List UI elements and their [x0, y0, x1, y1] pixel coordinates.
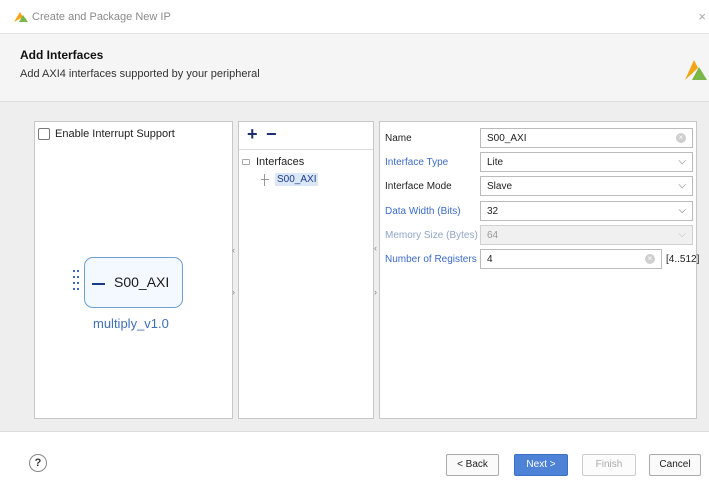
tree-root-interfaces[interactable]: Interfaces [242, 156, 304, 168]
interface-mode-label: Interface Mode [385, 181, 452, 192]
interface-properties-panel: Name S00_AXI × Interface Type Lite ⌵ Int… [379, 121, 699, 419]
interface-type-label: Interface Type [385, 157, 449, 168]
interface-type-value: Lite [487, 157, 504, 168]
close-icon[interactable]: × [698, 9, 706, 24]
chevron-down-icon: ⌵ [678, 229, 686, 240]
interface-mode-row: Interface Mode Slave ⌵ [385, 176, 695, 198]
ip-block-name: multiply_v1.0 [93, 316, 169, 331]
interface-type-row: Interface Type Lite ⌵ [385, 152, 695, 174]
interface-pin-icon [92, 283, 105, 285]
add-interface-button[interactable]: + [247, 124, 258, 145]
chevron-down-icon: ⌵ [678, 156, 686, 167]
clear-icon[interactable]: × [645, 254, 655, 264]
number-of-registers-value: 4 [487, 254, 493, 265]
memory-size-select: 64 ⌵ [480, 225, 693, 245]
data-width-select[interactable]: 32 ⌵ [480, 201, 693, 221]
interrupt-support-checkbox[interactable] [38, 128, 50, 140]
expand-right-arrow-icon[interactable]: › [374, 287, 377, 297]
tree-item-s00-axi[interactable]: S00_AXI [261, 173, 319, 186]
port-dots-icon [73, 270, 83, 294]
interrupt-support-checkbox-row[interactable]: Enable Interrupt Support [38, 128, 175, 140]
interface-mode-select[interactable]: Slave ⌵ [480, 176, 693, 196]
data-width-row: Data Width (Bits) 32 ⌵ [385, 201, 695, 223]
cancel-button[interactable]: Cancel [649, 454, 701, 476]
ip-block-symbol: S00_AXI [84, 257, 183, 308]
bus-interface-icon [261, 173, 269, 186]
next-button[interactable]: Next > [514, 454, 568, 476]
name-label: Name [385, 133, 412, 144]
registers-range-hint: [4..512] [666, 254, 700, 265]
interface-mode-value: Slave [487, 181, 513, 192]
chevron-down-icon: ⌵ [678, 205, 686, 216]
page-subtitle: Add AXI4 interfaces supported by your pe… [20, 68, 260, 80]
folder-icon [242, 159, 250, 165]
name-value: S00_AXI [487, 133, 527, 144]
interfaces-tree-panel: + − Interfaces S00_AXI [238, 121, 374, 419]
wizard-footer: ? < Back Next > Finish Cancel [0, 431, 709, 483]
wizard-content: Enable Interrupt Support S00_AXI multipl… [0, 102, 709, 431]
collapse-left-arrow-icon[interactable]: ‹ [232, 245, 235, 255]
interrupt-support-label: Enable Interrupt Support [55, 128, 175, 140]
help-button[interactable]: ? [29, 454, 47, 472]
expand-right-arrow-icon[interactable]: › [232, 287, 235, 297]
number-of-registers-label: Number of Registers [385, 254, 477, 265]
page-title: Add Interfaces [20, 48, 104, 62]
memory-size-value: 64 [487, 230, 499, 241]
block-port-label: S00_AXI [114, 274, 170, 290]
data-width-label: Data Width (Bits) [385, 206, 461, 217]
collapse-left-arrow-icon[interactable]: ‹ [374, 243, 377, 253]
chevron-down-icon: ⌵ [678, 180, 686, 191]
clear-icon[interactable]: × [676, 133, 686, 143]
ip-symbol-panel: Enable Interrupt Support S00_AXI multipl… [34, 121, 233, 419]
number-of-registers-input[interactable]: 4 × [480, 249, 662, 269]
name-input[interactable]: S00_AXI × [480, 128, 693, 148]
vivado-leaf-icon [14, 12, 28, 22]
interface-type-select[interactable]: Lite ⌵ [480, 152, 693, 172]
interfaces-toolbar: + − [239, 122, 373, 150]
vivado-logo-icon [685, 60, 707, 80]
title-bar: Create and Package New IP × [0, 0, 709, 34]
name-row: Name S00_AXI × [385, 128, 695, 150]
tree-item-label: S00_AXI [275, 173, 319, 186]
number-of-registers-row: Number of Registers 4 × [4..512] [385, 249, 699, 271]
back-button[interactable]: < Back [446, 454, 499, 476]
finish-button[interactable]: Finish [582, 454, 636, 476]
window-title: Create and Package New IP [32, 11, 171, 23]
data-width-value: 32 [487, 206, 499, 217]
wizard-header: Add Interfaces Add AXI4 interfaces suppo… [0, 34, 709, 102]
tree-root-label: Interfaces [256, 156, 305, 168]
memory-size-label: Memory Size (Bytes) [385, 230, 478, 241]
remove-interface-button[interactable]: − [266, 124, 277, 145]
memory-size-row: Memory Size (Bytes) 64 ⌵ [385, 225, 695, 247]
